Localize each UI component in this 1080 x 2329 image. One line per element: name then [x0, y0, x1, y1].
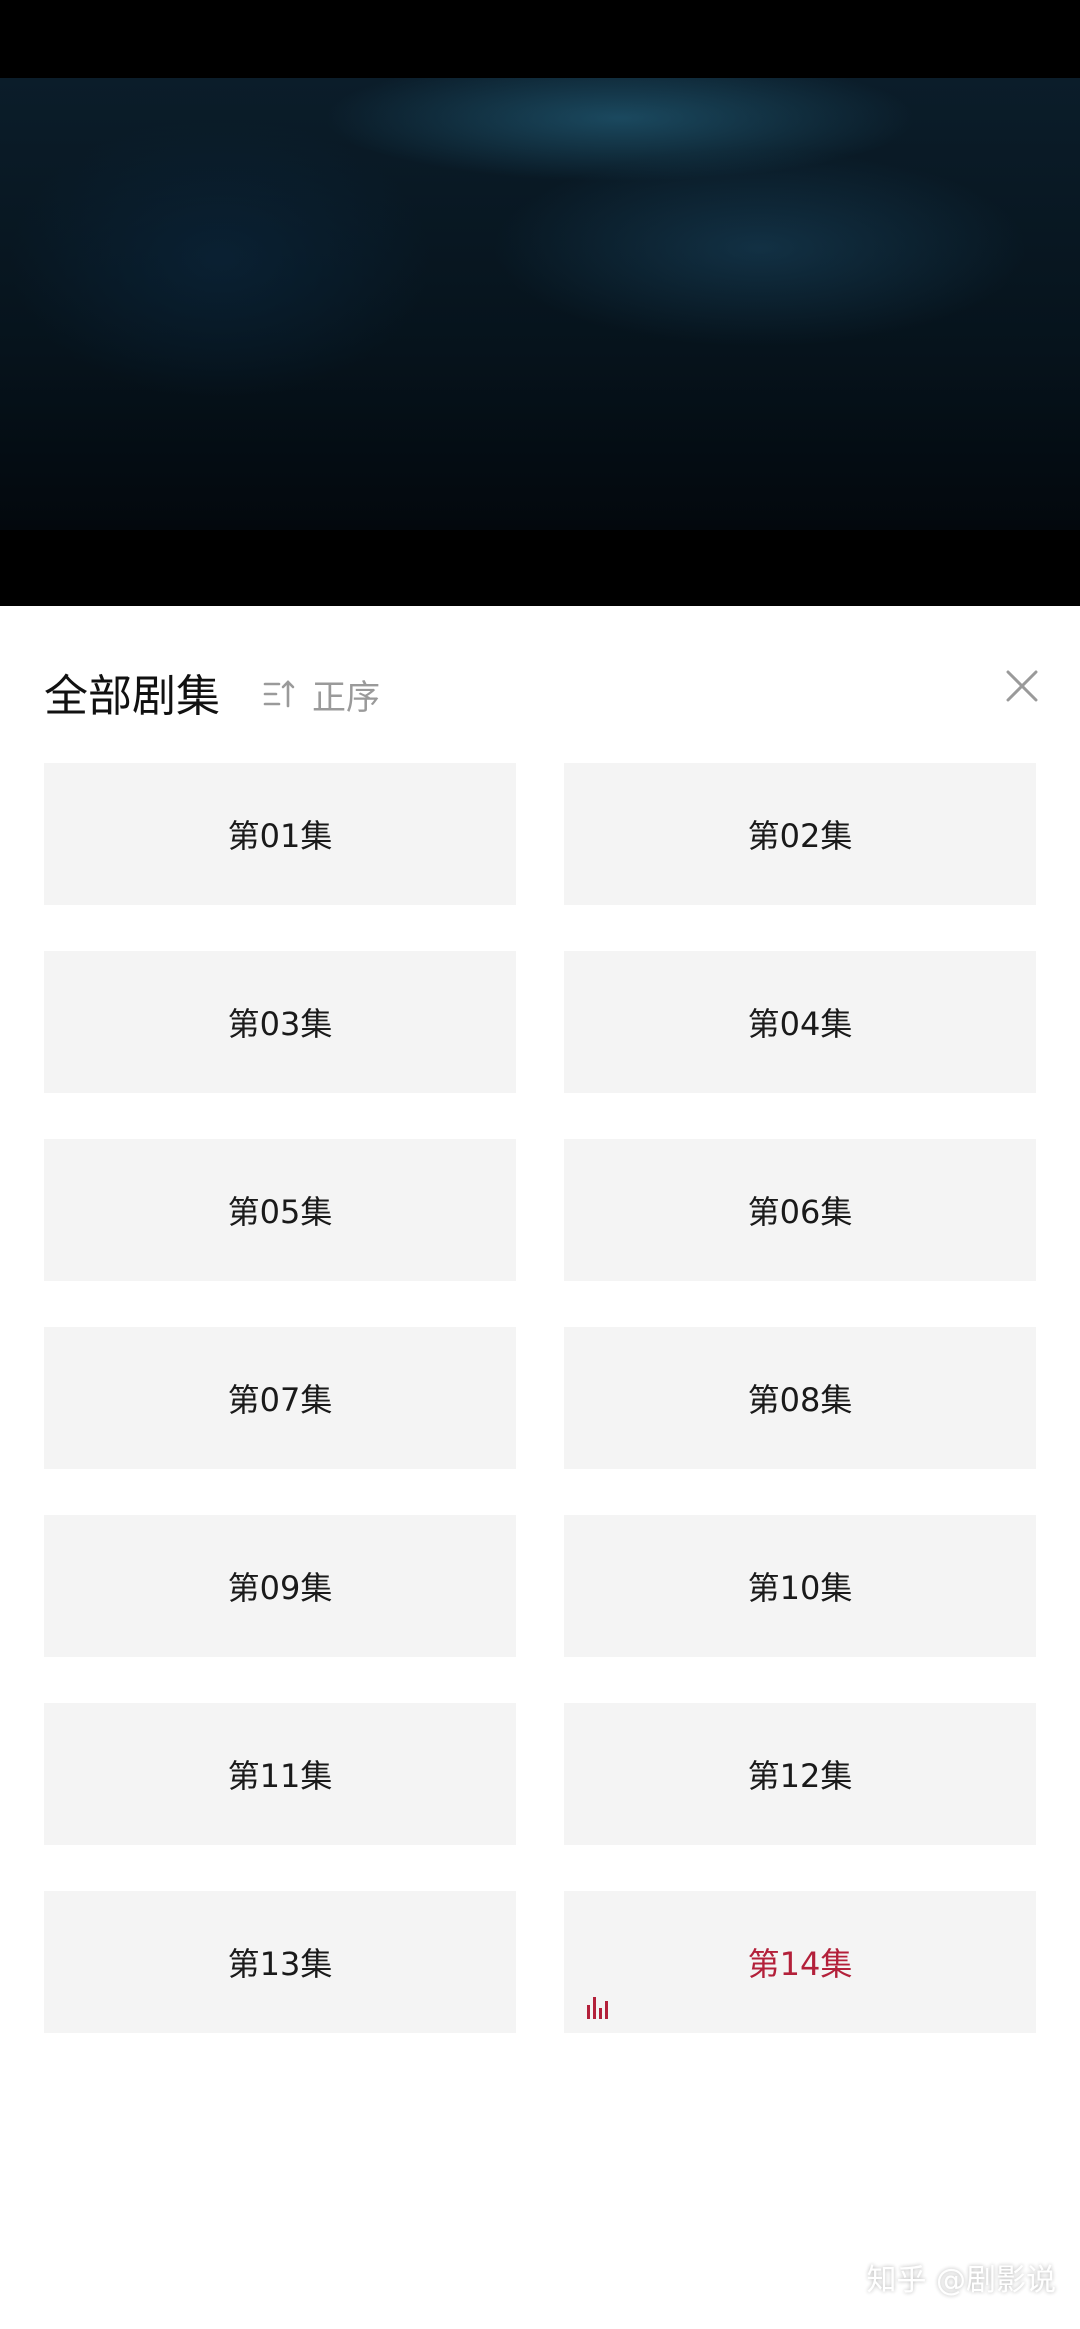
episode-label: 第08集	[747, 1381, 853, 1419]
episode-label: 第12集	[747, 1757, 853, 1795]
episode-item[interactable]: 第10集	[564, 1515, 1036, 1657]
episode-label: 第14集	[747, 1945, 853, 1983]
episode-label: 第09集	[227, 1569, 333, 1607]
episode-grid: 第01集 第02集 第03集 第04集 第05集 第06集 第07集 第08集 …	[44, 763, 1036, 2033]
sort-order-toggle[interactable]: 正序	[262, 672, 380, 718]
episode-label: 第13集	[227, 1945, 333, 1983]
episode-label: 第05集	[227, 1193, 333, 1231]
episode-item[interactable]: 第12集	[564, 1703, 1036, 1845]
episode-item[interactable]: 第09集	[44, 1515, 516, 1657]
episode-item[interactable]: 第08集	[564, 1327, 1036, 1469]
episode-label: 第07集	[227, 1381, 333, 1419]
episode-item[interactable]: 第04集	[564, 951, 1036, 1093]
watermark: 知乎 @剧影说	[866, 2263, 1056, 2298]
episode-label: 第01集	[227, 817, 333, 855]
episode-label: 第02集	[747, 817, 853, 855]
episode-item[interactable]: 第06集	[564, 1139, 1036, 1281]
episode-item[interactable]: 第13集	[44, 1891, 516, 2033]
episode-label: 第11集	[227, 1757, 333, 1795]
video-player[interactable]	[0, 0, 1080, 606]
close-icon	[1006, 670, 1038, 702]
equalizer-icon	[587, 1997, 608, 2019]
episode-label: 第06集	[747, 1193, 853, 1231]
episode-item[interactable]: 第11集	[44, 1703, 516, 1845]
episode-item[interactable]: 第03集	[44, 951, 516, 1093]
episode-item[interactable]: 第07集	[44, 1327, 516, 1469]
episode-panel: 全部剧集 正序 第01集 第02集 第03集 第04集 第05集 第06集 第0…	[0, 606, 1080, 2329]
episode-item-current[interactable]: 第14集	[564, 1891, 1036, 2033]
sort-order-label: 正序	[312, 677, 380, 718]
episode-item[interactable]: 第01集	[44, 763, 516, 905]
sort-icon	[263, 680, 295, 708]
episode-label: 第10集	[747, 1569, 853, 1607]
episode-item[interactable]: 第02集	[564, 763, 1036, 905]
panel-title: 全部剧集	[44, 671, 220, 722]
episode-label: 第04集	[747, 1005, 853, 1043]
close-button[interactable]	[1000, 664, 1044, 708]
episode-item[interactable]: 第05集	[44, 1139, 516, 1281]
video-frame[interactable]	[0, 78, 1080, 530]
episode-label: 第03集	[227, 1005, 333, 1043]
